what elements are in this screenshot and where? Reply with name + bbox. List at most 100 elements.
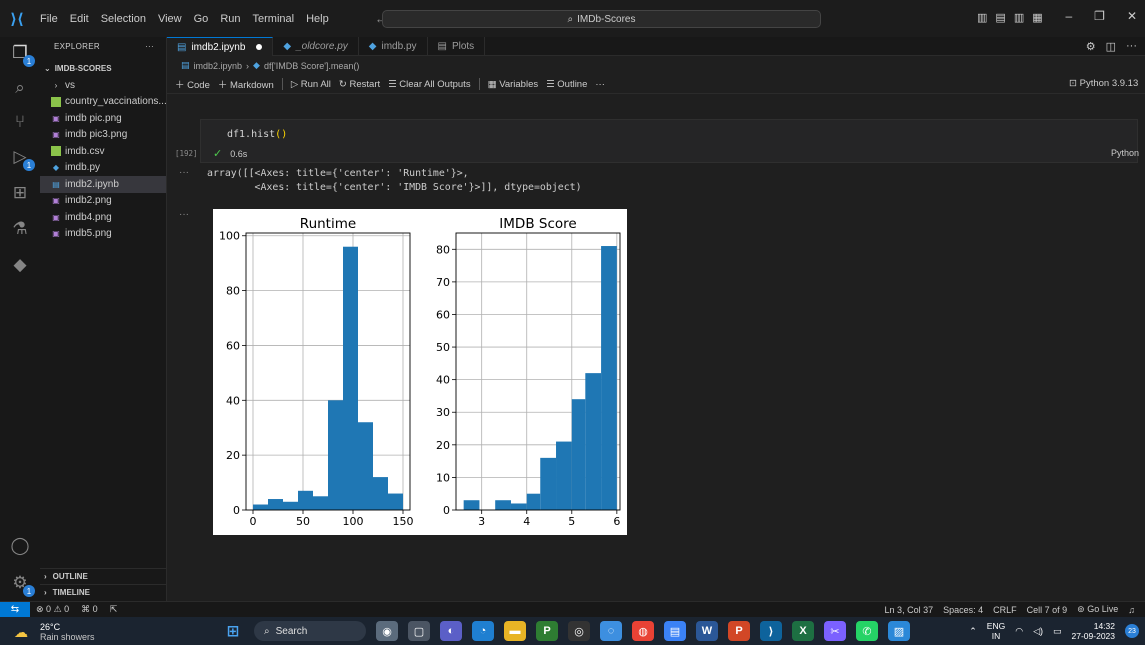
photos-icon[interactable]: ▨ (888, 621, 910, 641)
workspace-folder[interactable]: ⌄ IMDB-SCORES (40, 59, 166, 77)
cursor-position[interactable]: Ln 3, Col 37 (885, 605, 934, 615)
github-icon[interactable]: ◎ (568, 621, 590, 641)
more-actions-icon[interactable]: ··· (595, 79, 605, 90)
code-cell[interactable]: df1.hist() (200, 119, 1138, 163)
tab-imdb-py[interactable]: ◆ imdb.py (359, 37, 428, 56)
menu-terminal[interactable]: Terminal (247, 13, 301, 25)
store-icon[interactable]: ▤ (664, 621, 686, 641)
word-icon[interactable]: W (696, 621, 718, 641)
menu-selection[interactable]: Selection (95, 13, 152, 25)
tree-item-imdb2-png[interactable]: ▣ imdb2.png (40, 193, 166, 210)
tab-plots[interactable]: ▤ Plots (428, 37, 486, 56)
teams-icon[interactable]: ◐ (440, 621, 462, 641)
indentation[interactable]: Spaces: 4 (943, 605, 983, 615)
breadcrumb-file[interactable]: imdb2.ipynb (194, 61, 243, 71)
minimize-icon[interactable]: – (1065, 9, 1072, 23)
search-icon[interactable]: ⌕ (9, 77, 31, 99)
restart-button[interactable]: ↻ Restart (339, 79, 380, 90)
more-actions-icon[interactable]: ··· (145, 42, 154, 51)
notifications-bell-icon[interactable]: ♫ (1128, 605, 1135, 615)
tree-item-imdb4-png[interactable]: ▣ imdb4.png (40, 209, 166, 226)
add-code-button[interactable]: ＋ Code (175, 77, 210, 91)
live-share-icon[interactable]: ⇱ (110, 604, 118, 615)
vscode-taskbar-icon[interactable]: ⟩ (760, 621, 782, 641)
outline-section[interactable]: › OUTLINE (40, 568, 167, 584)
customize-layout-icon[interactable]: ▦ (1032, 11, 1042, 24)
anaconda-icon[interactable]: ◌ (600, 621, 622, 641)
cell-indicator[interactable]: Cell 7 of 9 (1027, 605, 1068, 615)
tree-item-vs[interactable]: › vs (40, 77, 166, 94)
ports-indicator[interactable]: ⌘ 0 (81, 604, 98, 615)
tree-item-imdb-pic[interactable]: ▣ imdb pic.png (40, 110, 166, 127)
powerpoint-icon[interactable]: P (728, 621, 750, 641)
explorer-icon[interactable]: ❐ 1 (9, 42, 35, 67)
toggle-sidebar-icon[interactable]: ▥ (977, 11, 987, 24)
tree-item-imdb-pic3[interactable]: ▣ imdb pic3.png (40, 127, 166, 144)
settings-gear-icon[interactable]: ⚙ (1086, 40, 1096, 53)
run-debug-icon[interactable]: ▷ 1 (9, 146, 35, 171)
notification-badge[interactable]: 23 (1125, 624, 1139, 638)
kernel-picker[interactable]: ⊡ Python 3.9.13 (1069, 78, 1145, 89)
pycharm-icon[interactable]: P (536, 621, 558, 641)
tab-imdb2-ipynb[interactable]: ▤ imdb2.ipynb (167, 37, 274, 56)
taskbar-search[interactable]: ⌕ Search (254, 621, 366, 641)
clock[interactable]: 14:32 27-09-2023 (1072, 621, 1115, 641)
command-center-search[interactable]: ⌕ IMDb-Scores (382, 10, 821, 28)
menu-file[interactable]: File (34, 13, 64, 25)
whatsapp-icon[interactable]: ✆ (856, 621, 878, 641)
line-endings[interactable]: CRLF (993, 605, 1017, 615)
toggle-secondary-sidebar-icon[interactable]: ▥ (1014, 11, 1024, 24)
tree-item-country-vaccinations[interactable]: country_vaccinations.... (40, 94, 166, 111)
menu-view[interactable]: View (152, 13, 188, 25)
chrome-icon[interactable]: ◍ (632, 621, 654, 641)
show-hidden-icons-icon[interactable]: ⌃ (969, 626, 977, 637)
breadcrumb-symbol[interactable]: df['IMDB Score'].mean() (264, 61, 359, 71)
clear-outputs-button[interactable]: ☰ Clear All Outputs (388, 79, 470, 90)
account-icon[interactable]: ◯ (9, 535, 31, 557)
run-all-button[interactable]: ▷ Run All (291, 79, 331, 90)
menu-run[interactable]: Run (214, 13, 246, 25)
weather-widget[interactable]: ☁ 26°C Rain showers (14, 622, 95, 642)
battery-icon[interactable]: ▭ (1053, 626, 1062, 637)
wifi-icon[interactable]: ◠ (1015, 626, 1023, 637)
menu-edit[interactable]: Edit (64, 13, 95, 25)
language-indicator[interactable]: ENG IN (987, 621, 1005, 641)
excel-icon[interactable]: X (792, 621, 814, 641)
unsaved-dot-icon[interactable] (256, 44, 263, 50)
remote-indicator-icon[interactable]: ⇆ (0, 601, 30, 618)
output-more-icon[interactable]: ··· (179, 167, 189, 178)
task-view-icon[interactable]: ▢ (408, 621, 430, 641)
source-control-icon[interactable]: ⑂ (9, 111, 31, 133)
tree-item-imdb-py[interactable]: ◆ imdb.py (40, 160, 166, 177)
outline-button[interactable]: ☰ Outline (546, 79, 587, 90)
toggle-panel-icon[interactable]: ▤ (995, 11, 1005, 24)
variables-button[interactable]: ▦ Variables (488, 79, 539, 90)
cell-language[interactable]: Python (1111, 148, 1139, 158)
windows-start-icon[interactable]: ⊞ (222, 621, 244, 641)
tree-item-imdb2-ipynb[interactable]: ▤ imdb2.ipynb (40, 176, 166, 193)
python-icon[interactable]: ◆ (9, 254, 31, 276)
menu-go[interactable]: Go (188, 13, 215, 25)
volume-icon[interactable]: ◁) (1033, 626, 1043, 637)
timeline-section[interactable]: › TIMELINE (40, 584, 167, 600)
widgets-icon[interactable]: ◉ (376, 621, 398, 641)
tree-item-imdb-csv[interactable]: imdb.csv (40, 143, 166, 160)
split-editor-icon[interactable]: ◫ (1106, 40, 1116, 53)
output-more-icon[interactable]: ··· (179, 209, 189, 220)
extensions-icon[interactable]: ⊞ (9, 182, 31, 204)
cell-code[interactable]: df1.hist() (227, 129, 287, 140)
menu-help[interactable]: Help (300, 13, 335, 25)
edge-icon[interactable]: ◔ (472, 621, 494, 641)
go-live-button[interactable]: ⊚ Go Live (1077, 604, 1118, 615)
testing-icon[interactable]: ⚗ (9, 218, 31, 240)
more-actions-icon[interactable]: ··· (1126, 40, 1137, 52)
tab-oldcore-py[interactable]: ◆ _oldcore.py (273, 37, 359, 56)
problems-indicator[interactable]: ⊗ 0 ⚠ 0 (36, 604, 69, 615)
close-icon[interactable]: ✕ (1127, 9, 1137, 23)
file-explorer-icon[interactable]: ▬ (504, 621, 526, 641)
tree-item-imdb5-png[interactable]: ▣ imdb5.png (40, 226, 166, 243)
add-markdown-button[interactable]: ＋ Markdown (218, 77, 274, 91)
snipping-tool-icon[interactable]: ✂ (824, 621, 846, 641)
settings-gear-icon[interactable]: ⚙ 1 (9, 572, 35, 597)
restore-icon[interactable]: ❐ (1094, 9, 1105, 23)
